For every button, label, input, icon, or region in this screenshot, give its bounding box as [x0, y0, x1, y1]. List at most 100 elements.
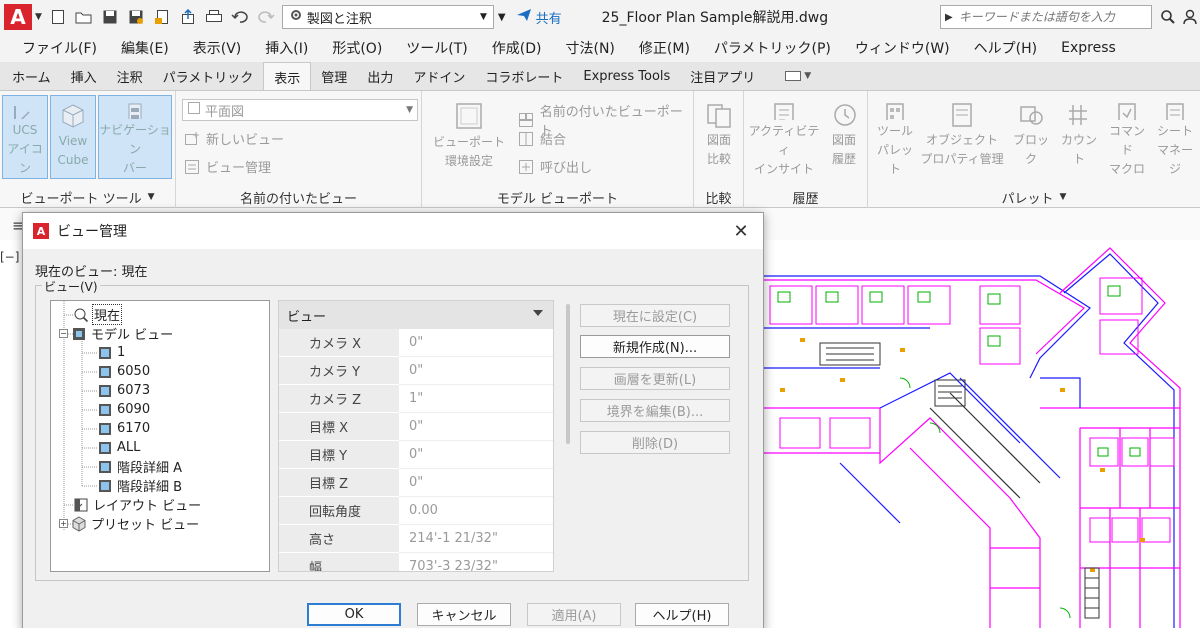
command-macro-button[interactable]: コマンド マクロ — [1104, 95, 1150, 179]
activity-insights-button[interactable]: アクティビティ インサイト — [748, 95, 820, 179]
sheet-set-manager-button[interactable]: シート マネージ — [1152, 95, 1198, 179]
dwg-compare-button[interactable]: 図面 比較 — [696, 95, 742, 179]
tab-home[interactable]: ホーム — [2, 62, 61, 90]
print-icon[interactable] — [204, 7, 224, 27]
tab-collaborate[interactable]: コラボレート — [475, 62, 573, 90]
new-file-icon[interactable] — [48, 7, 68, 27]
prop-row[interactable]: 幅 703'-3 23/32" — [279, 553, 553, 571]
count-button[interactable]: カウント — [1056, 95, 1102, 179]
tree-node-view[interactable]: 6170 — [97, 419, 151, 438]
prop-row[interactable]: 高さ 214'-1 21/32" — [279, 525, 553, 553]
help-button[interactable]: ヘルプ(H) — [635, 603, 729, 626]
tree-node-view[interactable]: ALL — [97, 438, 141, 457]
menu-insert[interactable]: 挿入(I) — [253, 38, 320, 58]
expand-icon[interactable]: + — [59, 519, 68, 528]
menu-window[interactable]: ウィンドウ(W) — [843, 38, 962, 58]
view-properties-grid[interactable]: ビュー カメラ X 0" カメラ Y 0" カメラ Z 1" 目標 X 0" 目標 Y0… — [278, 300, 554, 572]
search-icon[interactable] — [1158, 6, 1178, 28]
tree-node-current[interactable]: 現在 — [73, 304, 123, 325]
tab-insert[interactable]: 挿入 — [61, 62, 107, 90]
menu-help[interactable]: ヘルプ(H) — [962, 38, 1049, 58]
prop-row[interactable]: 目標 Z 0" — [279, 469, 553, 497]
prop-row[interactable]: 目標 Y 0" — [279, 441, 553, 469]
tree-node-view[interactable]: 6090 — [97, 400, 151, 419]
block-button[interactable]: ブロック — [1008, 95, 1054, 179]
prop-row[interactable]: カメラ X 0" — [279, 329, 553, 357]
tool-palettes-button[interactable]: ツール パレット — [872, 95, 918, 179]
save-icon[interactable] — [100, 7, 120, 27]
tree-node-preset-views[interactable]: + プリセット ビュー — [59, 514, 200, 533]
prop-row[interactable]: 回転角度 0.00 — [279, 497, 553, 525]
redo-icon[interactable] — [256, 7, 276, 27]
tab-output[interactable]: 出力 — [357, 62, 403, 90]
tab-featured-apps[interactable]: 注目アプリ — [680, 62, 765, 90]
viewport-config-button[interactable]: ビューポート 環境設定 — [432, 95, 506, 179]
new-view-button[interactable]: 新しいビュー — [184, 129, 284, 148]
update-layers-button[interactable]: 画層を更新(L) — [580, 367, 730, 390]
tree-node-view[interactable]: 6073 — [97, 381, 151, 400]
tree-node-view[interactable]: 階段詳細 A — [97, 457, 183, 476]
tree-node-view[interactable]: 1 — [97, 343, 126, 362]
panel-title-viewport-tools[interactable]: ビューポート ツール ▼ — [0, 186, 175, 208]
set-current-button[interactable]: 現在に設定(C) — [580, 304, 730, 327]
undo-icon[interactable] — [230, 7, 250, 27]
tab-parametric[interactable]: パラメトリック — [153, 62, 264, 90]
tree-node-model-views[interactable]: − モデル ビュー — [59, 324, 174, 343]
share-button[interactable]: 共有 — [516, 8, 562, 27]
keyword-search[interactable]: ▶ — [940, 5, 1152, 29]
dialog-title-bar[interactable]: A ビュー管理 ✕ — [23, 213, 763, 249]
view-manager-button[interactable]: ビュー管理 — [184, 157, 271, 176]
viewcube-button[interactable]: View Cube — [50, 95, 96, 179]
share-file-icon[interactable] — [178, 7, 198, 27]
ucs-icon-button[interactable]: UCS アイコン — [2, 95, 48, 179]
delete-button[interactable]: 削除(D) — [580, 431, 730, 454]
named-view-combo[interactable]: 平面図 ▼ — [182, 99, 418, 121]
app-menu-caret-icon[interactable]: ▼ — [35, 12, 42, 22]
prop-row[interactable]: カメラ Z 1" — [279, 385, 553, 413]
user-icon[interactable] — [1180, 6, 1200, 28]
navigation-bar-button[interactable]: ナビゲーション バー — [98, 95, 172, 179]
restore-viewports-button[interactable]: 呼び出し — [518, 157, 592, 176]
workspace-selector[interactable]: 製図と注釈 ▼ — [281, 5, 494, 29]
object-properties-button[interactable]: オブジェクト プロパティ管理 — [920, 95, 1004, 179]
prop-row[interactable]: 目標 X 0" — [279, 413, 553, 441]
join-viewports-button[interactable]: 結合 — [518, 129, 566, 148]
app-logo[interactable]: A — [4, 4, 32, 30]
search-input[interactable] — [958, 10, 1139, 24]
tree-node-layout-views[interactable]: レイアウト ビュー — [73, 495, 202, 514]
menu-express[interactable]: Express — [1049, 40, 1128, 56]
tab-annotate[interactable]: 注釈 — [107, 62, 153, 90]
props-scrollbar[interactable] — [566, 304, 570, 444]
save-as-icon[interactable] — [126, 7, 146, 27]
collapse-icon[interactable]: − — [59, 329, 68, 338]
tab-view[interactable]: 表示 — [263, 62, 312, 91]
open-folder-icon[interactable] — [74, 7, 94, 27]
new-view-button[interactable]: 新規作成(N)... — [580, 335, 730, 358]
menu-format[interactable]: 形式(O) — [320, 38, 394, 58]
ok-button[interactable]: OK — [307, 603, 401, 626]
tab-manage[interactable]: 管理 — [311, 62, 357, 90]
menu-modify[interactable]: 修正(M) — [627, 38, 702, 58]
menu-edit[interactable]: 編集(E) — [109, 38, 181, 58]
props-section-header[interactable]: ビュー — [279, 301, 553, 329]
tab-addins[interactable]: アドイン — [403, 62, 475, 90]
views-tree[interactable]: 現在 − モデル ビュー 1 6050 6073 6090 6170 ALL 階… — [50, 300, 270, 572]
menu-dimension[interactable]: 寸法(N) — [554, 38, 627, 58]
apply-button[interactable]: 適用(A) — [527, 603, 621, 626]
open-web-icon[interactable] — [152, 7, 172, 27]
close-icon[interactable]: ✕ — [729, 219, 753, 243]
menu-tools[interactable]: ツール(T) — [394, 38, 479, 58]
menu-view[interactable]: 表示(V) — [181, 38, 254, 58]
menu-file[interactable]: ファイル(F) — [10, 38, 109, 58]
ribbon-minimize-toggle[interactable]: ▼ — [785, 71, 811, 81]
panel-title-palettes[interactable]: パレット ▼ — [868, 186, 1200, 208]
viewport-control[interactable]: [−] — [0, 250, 19, 264]
menu-draw[interactable]: 作成(D) — [480, 38, 554, 58]
menu-parametric[interactable]: パラメトリック(P) — [702, 38, 843, 58]
tree-node-view[interactable]: 階段詳細 B — [97, 476, 183, 495]
dwg-history-button[interactable]: 図面 履歴 — [824, 95, 864, 179]
tab-express-tools[interactable]: Express Tools — [573, 62, 680, 90]
cancel-button[interactable]: キャンセル — [417, 603, 511, 626]
customize-caret-icon[interactable]: ▼ — [498, 12, 506, 23]
prop-row[interactable]: カメラ Y 0" — [279, 357, 553, 385]
